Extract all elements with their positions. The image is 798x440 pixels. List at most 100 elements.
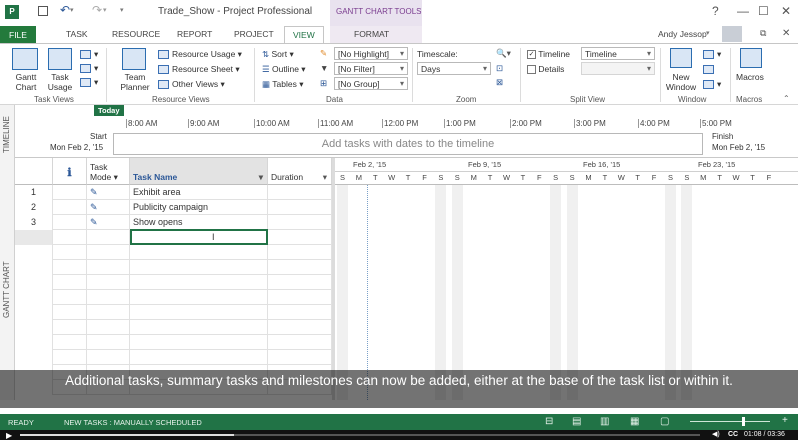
selected-tasks-icon[interactable]: ⊠: [496, 77, 503, 88]
task-mode-cell[interactable]: [87, 245, 130, 260]
task-mode-cell[interactable]: [87, 260, 130, 275]
task-usage-icon[interactable]: [48, 48, 72, 70]
table-row[interactable]: 1 ✎ Exhibit area: [15, 185, 332, 200]
info-cell[interactable]: [53, 305, 87, 320]
resource-sheet-shortcut-icon[interactable]: ▦: [630, 416, 639, 427]
user-name[interactable]: Andy Jessop: [658, 29, 707, 39]
resource-sheet-button[interactable]: Resource Sheet ▾: [158, 64, 240, 75]
tab-view[interactable]: VIEW: [284, 26, 324, 43]
tab-file[interactable]: FILE: [0, 26, 36, 43]
task-name-cell[interactable]: Show opens: [130, 215, 268, 230]
undo-dropdown-icon[interactable]: ▾: [70, 6, 74, 14]
gantt-chart-icon[interactable]: [12, 48, 38, 70]
team-planner-icon[interactable]: [122, 48, 146, 70]
duration-filter-icon[interactable]: ▾: [323, 172, 327, 183]
play-icon[interactable]: ▶: [6, 431, 12, 440]
table-row[interactable]: [15, 290, 332, 305]
outline-button[interactable]: ☰ Outline ▾: [262, 64, 306, 75]
duration-cell[interactable]: [268, 260, 332, 275]
task-mode-cell[interactable]: [87, 230, 130, 245]
task-name-cell[interactable]: [130, 290, 268, 305]
other-task-views-icon[interactable]: ▾: [80, 77, 98, 88]
tab-resource[interactable]: RESOURCE: [112, 29, 160, 39]
new-window-button[interactable]: New Window: [663, 72, 699, 92]
info-cell[interactable]: [53, 245, 87, 260]
duration-cell[interactable]: [268, 200, 332, 215]
duration-cell[interactable]: [268, 215, 332, 230]
redo-icon[interactable]: ↷: [92, 3, 102, 17]
task-mode-cell[interactable]: [87, 290, 130, 305]
minimize-button[interactable]: —: [737, 4, 749, 18]
timescale-dropdown[interactable]: Days: [417, 62, 491, 75]
zoom-icon[interactable]: 🔍▾: [496, 48, 511, 59]
close-button[interactable]: ✕: [781, 4, 791, 18]
sort-button[interactable]: ⇅ Sort ▾: [262, 49, 294, 60]
task-name-cell[interactable]: [130, 350, 268, 365]
restore-ribbon-icon[interactable]: ⧉: [760, 28, 766, 39]
task-name-cell[interactable]: Publicity campaign: [130, 200, 268, 215]
save-icon[interactable]: [38, 6, 48, 16]
closed-captions-button[interactable]: CC: [728, 431, 738, 438]
task-name-column-header[interactable]: Task Name ▾: [130, 158, 268, 185]
timeline-view-dropdown[interactable]: Timeline: [581, 47, 655, 60]
network-diagram-icon[interactable]: ▾: [80, 49, 98, 60]
tables-button[interactable]: ▦ Tables ▾: [262, 79, 303, 90]
task-mode-column-header[interactable]: Task Mode ▾: [87, 158, 130, 185]
select-all-header[interactable]: [15, 158, 53, 185]
task-mode-cell[interactable]: ✎: [87, 215, 130, 230]
switch-windows-icon[interactable]: ▾: [703, 79, 721, 90]
info-cell[interactable]: [53, 260, 87, 275]
calendar-view-icon[interactable]: ▾: [80, 63, 98, 74]
task-name-cell[interactable]: [130, 245, 268, 260]
table-row[interactable]: [15, 245, 332, 260]
gantt-view-shortcut-icon[interactable]: ⊟: [545, 416, 553, 427]
macros-button[interactable]: Macros: [736, 72, 764, 82]
zoom-in-icon[interactable]: +: [782, 415, 788, 426]
duration-cell[interactable]: [268, 335, 332, 350]
table-row[interactable]: [15, 320, 332, 335]
new-tasks-mode[interactable]: NEW TASKS : MANUALLY SCHEDULED: [64, 418, 202, 427]
volume-icon[interactable]: ◀): [712, 430, 720, 438]
customize-qat-icon[interactable]: ▾: [120, 6, 124, 14]
info-cell[interactable]: [53, 275, 87, 290]
info-cell[interactable]: [53, 290, 87, 305]
task-name-cell[interactable]: I: [130, 229, 268, 245]
tab-project[interactable]: PROJECT: [234, 29, 274, 39]
task-name-filter-icon[interactable]: ▾: [259, 172, 263, 183]
gantt-chart-area[interactable]: Feb 2, '15 Feb 9, '15 Feb 16, '15 Feb 23, '…: [335, 158, 798, 400]
group-dropdown[interactable]: [No Group]: [334, 77, 408, 90]
close-document-icon[interactable]: ✕: [782, 28, 790, 39]
timeline-checkbox[interactable]: ✓ Timeline: [527, 49, 570, 60]
info-cell[interactable]: [53, 200, 87, 215]
duration-column-header[interactable]: Duration ▾: [268, 158, 332, 185]
tab-task[interactable]: TASK: [66, 29, 88, 39]
task-usage-shortcut-icon[interactable]: ▤: [572, 416, 581, 427]
resource-usage-button[interactable]: Resource Usage ▾: [158, 49, 242, 60]
info-cell[interactable]: [53, 230, 87, 245]
info-cell[interactable]: [53, 215, 87, 230]
hide-window-icon[interactable]: [703, 64, 717, 75]
other-views-button[interactable]: Other Views ▾: [158, 79, 225, 90]
highlight-dropdown[interactable]: [No Highlight]: [334, 47, 408, 60]
info-cell[interactable]: [53, 335, 87, 350]
duration-cell[interactable]: [268, 185, 332, 200]
collapse-ribbon-icon[interactable]: ⌃: [783, 94, 790, 103]
redo-dropdown-icon[interactable]: ▾: [103, 6, 107, 14]
task-name-cell[interactable]: [130, 260, 268, 275]
task-name-cell[interactable]: Exhibit area: [130, 185, 268, 200]
timeline-bar[interactable]: Add tasks with dates to the timeline: [113, 133, 703, 155]
task-mode-cell[interactable]: [87, 335, 130, 350]
task-name-cell[interactable]: [130, 275, 268, 290]
task-mode-cell[interactable]: ✎: [87, 185, 130, 200]
zoom-slider-thumb[interactable]: [742, 417, 745, 426]
task-mode-cell[interactable]: ✎: [87, 200, 130, 215]
info-column-header[interactable]: ℹ: [53, 158, 87, 185]
duration-cell[interactable]: [268, 275, 332, 290]
task-name-cell[interactable]: [130, 305, 268, 320]
zoom-slider[interactable]: [690, 421, 770, 422]
duration-cell[interactable]: [268, 350, 332, 365]
details-checkbox[interactable]: Details: [527, 64, 564, 75]
task-mode-cell[interactable]: [87, 320, 130, 335]
filter-dropdown[interactable]: [No Filter]: [334, 62, 408, 75]
timeline-pane[interactable]: TIMELINE Today Start Mon Feb 2, '15 Fini…: [0, 105, 798, 158]
